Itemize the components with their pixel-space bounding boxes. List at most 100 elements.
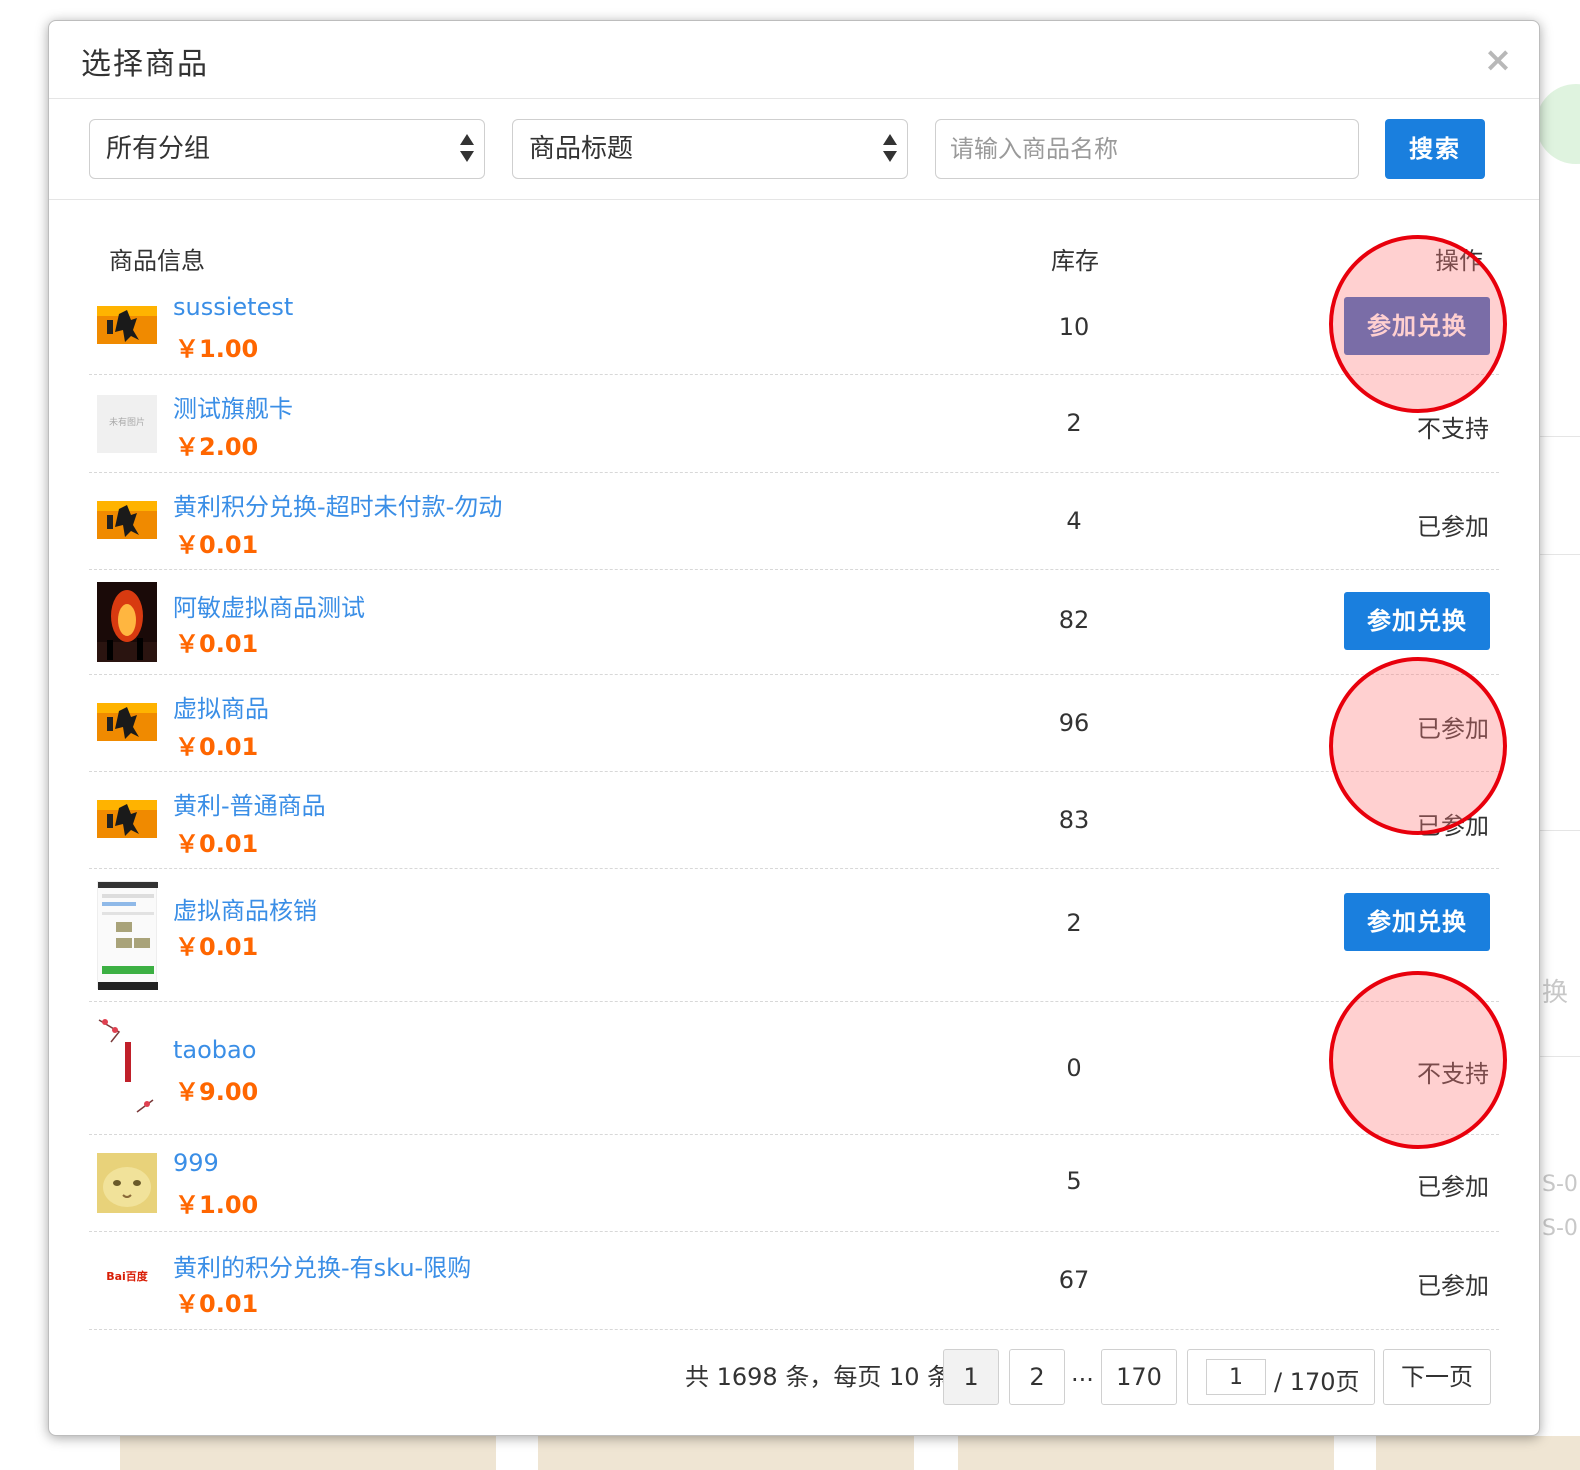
product-title-link[interactable]: sussietest xyxy=(173,293,293,321)
product-price: ￥0.01 xyxy=(175,733,259,761)
product-stock: 10 xyxy=(1058,313,1090,341)
product-stock: 2 xyxy=(1066,409,1082,437)
next-page-button[interactable]: 下一页 xyxy=(1383,1349,1491,1405)
filter-bar: 所有分组 商品标题 搜索 xyxy=(49,99,1539,200)
table-row: 虚拟商品 ￥0.01 96 已参加 xyxy=(89,675,1499,772)
table-row: 黄利积分兑换-超时未付款-勿动 ￥0.01 4 已参加 xyxy=(89,473,1499,570)
product-title-link[interactable]: 黄利的积分兑换-有sku-限购 xyxy=(173,1248,471,1283)
join-exchange-button[interactable]: 参加兑换 xyxy=(1344,297,1490,355)
product-stock: 2 xyxy=(1066,909,1082,937)
background-card xyxy=(958,1436,1334,1470)
header-action: 操作 xyxy=(1435,247,1483,275)
action-status-text: 已参加 xyxy=(1417,1173,1489,1201)
background-text: 换 xyxy=(1542,978,1569,1008)
background-page xyxy=(1540,0,1580,1470)
table-row: 虚拟商品核销 ￥0.01 2 参加兑换 xyxy=(89,869,1499,1002)
product-title-link[interactable]: taobao xyxy=(173,1036,256,1064)
close-icon[interactable]: × xyxy=(1483,43,1513,77)
table-row: taobao ￥9.00 0 不支持 xyxy=(89,1002,1499,1135)
product-title-link[interactable]: 虚拟商品 xyxy=(173,689,269,724)
product-thumbnail xyxy=(97,1012,157,1124)
product-stock: 5 xyxy=(1066,1167,1082,1195)
baidu-logo: Bai百度 xyxy=(97,1262,157,1292)
product-stock: 0 xyxy=(1066,1054,1082,1082)
background-divider xyxy=(1540,554,1580,555)
pagination-summary: 共 1698 条，每页 10 条 xyxy=(685,1363,952,1391)
product-stock: 67 xyxy=(1058,1266,1090,1294)
product-price: ￥0.01 xyxy=(175,830,259,858)
product-title-link[interactable]: 黄利积分兑换-超时未付款-勿动 xyxy=(173,487,502,522)
background-card xyxy=(538,1436,914,1470)
field-select-value: 商品标题 xyxy=(529,134,634,164)
page-button-2[interactable]: 2 xyxy=(1009,1349,1065,1405)
background-card xyxy=(1376,1436,1580,1470)
product-stock: 83 xyxy=(1058,806,1090,834)
product-price: ￥2.00 xyxy=(175,433,259,461)
no-image-thumbnail: 未有图片 xyxy=(97,395,157,453)
product-thumbnail xyxy=(97,582,157,662)
background-text: S-0 xyxy=(1542,1216,1578,1241)
select-product-dialog: 选择商品 × 所有分组 商品标题 搜索 商品信息 库存 操作 sussietes… xyxy=(48,20,1540,1436)
table-row: 未有图片 测试旗舰卡 ￥2.00 2 不支持 xyxy=(89,375,1499,473)
action-status-text: 已参加 xyxy=(1417,715,1489,743)
dialog-title: 选择商品 xyxy=(81,47,209,82)
product-title-link[interactable]: 测试旗舰卡 xyxy=(173,389,293,424)
product-thumbnail xyxy=(97,703,157,741)
page-button-1[interactable]: 1 xyxy=(943,1349,999,1405)
group-select-value: 所有分组 xyxy=(106,134,211,164)
header-stock: 库存 xyxy=(1051,247,1099,275)
group-select[interactable]: 所有分组 xyxy=(89,119,485,179)
product-price: ￥0.01 xyxy=(175,531,259,559)
product-thumbnail xyxy=(97,800,157,838)
page-total: / 170页 xyxy=(1274,1368,1360,1396)
action-status-text: 不支持 xyxy=(1417,1060,1489,1088)
product-price: ￥9.00 xyxy=(175,1078,259,1106)
product-price: ￥0.01 xyxy=(175,933,259,961)
product-thumbnail xyxy=(97,1153,157,1213)
search-button[interactable]: 搜索 xyxy=(1385,119,1485,179)
product-thumbnail xyxy=(97,501,157,539)
background-divider xyxy=(1540,1056,1580,1057)
product-thumbnail xyxy=(97,306,157,344)
pagination-ellipsis: ... xyxy=(1071,1359,1094,1387)
table-row: 999 ￥1.00 5 已参加 xyxy=(89,1135,1499,1232)
background-divider xyxy=(1540,436,1580,437)
table-row: sussietest ￥1.00 10 参加兑换 xyxy=(89,283,1499,375)
field-select[interactable]: 商品标题 xyxy=(512,119,908,179)
search-input[interactable] xyxy=(935,119,1359,179)
header-product-info: 商品信息 xyxy=(109,247,205,275)
select-arrows-icon xyxy=(460,134,474,164)
product-title-link[interactable]: 999 xyxy=(173,1149,219,1177)
page-jump: / 170页 xyxy=(1187,1349,1375,1405)
product-price: ￥1.00 xyxy=(175,1191,259,1219)
page-button-last[interactable]: 170 xyxy=(1101,1349,1177,1405)
table-row: 黄利-普通商品 ￥0.01 83 已参加 xyxy=(89,772,1499,869)
product-price: ￥0.01 xyxy=(175,630,259,658)
background-divider xyxy=(1540,830,1580,831)
baidu-logo-text: Bai百度 xyxy=(106,1270,148,1283)
action-status-text: 已参加 xyxy=(1417,513,1489,541)
page-jump-input[interactable] xyxy=(1206,1359,1266,1395)
product-title-link[interactable]: 阿敏虚拟商品测试 xyxy=(173,588,365,623)
product-stock: 96 xyxy=(1058,709,1090,737)
background-text: S-0 xyxy=(1542,1172,1578,1197)
dialog-header: 选择商品 × xyxy=(49,21,1539,99)
pagination: 共 1698 条，每页 10 条 1 2 ... 170 / 170页 下一页 xyxy=(49,1341,1541,1405)
join-exchange-button[interactable]: 参加兑换 xyxy=(1344,893,1490,951)
background-card xyxy=(120,1436,496,1470)
select-arrows-icon xyxy=(883,134,897,164)
table-row: Bai百度 黄利的积分兑换-有sku-限购 ￥0.01 67 已参加 xyxy=(89,1232,1499,1330)
product-price: ￥1.00 xyxy=(175,335,259,363)
product-title-link[interactable]: 黄利-普通商品 xyxy=(173,786,326,821)
product-price: ￥0.01 xyxy=(175,1290,259,1318)
product-stock: 4 xyxy=(1066,507,1082,535)
product-stock: 82 xyxy=(1058,606,1090,634)
product-title-link[interactable]: 虚拟商品核销 xyxy=(173,891,317,926)
table-row: 阿敏虚拟商品测试 ￥0.01 82 参加兑换 xyxy=(89,570,1499,675)
action-status-text: 已参加 xyxy=(1417,812,1489,840)
action-status-text: 已参加 xyxy=(1417,1272,1489,1300)
product-thumbnail xyxy=(97,881,158,990)
join-exchange-button[interactable]: 参加兑换 xyxy=(1344,592,1490,650)
no-image-text: 未有图片 xyxy=(108,418,145,428)
action-status-text: 不支持 xyxy=(1417,415,1489,443)
